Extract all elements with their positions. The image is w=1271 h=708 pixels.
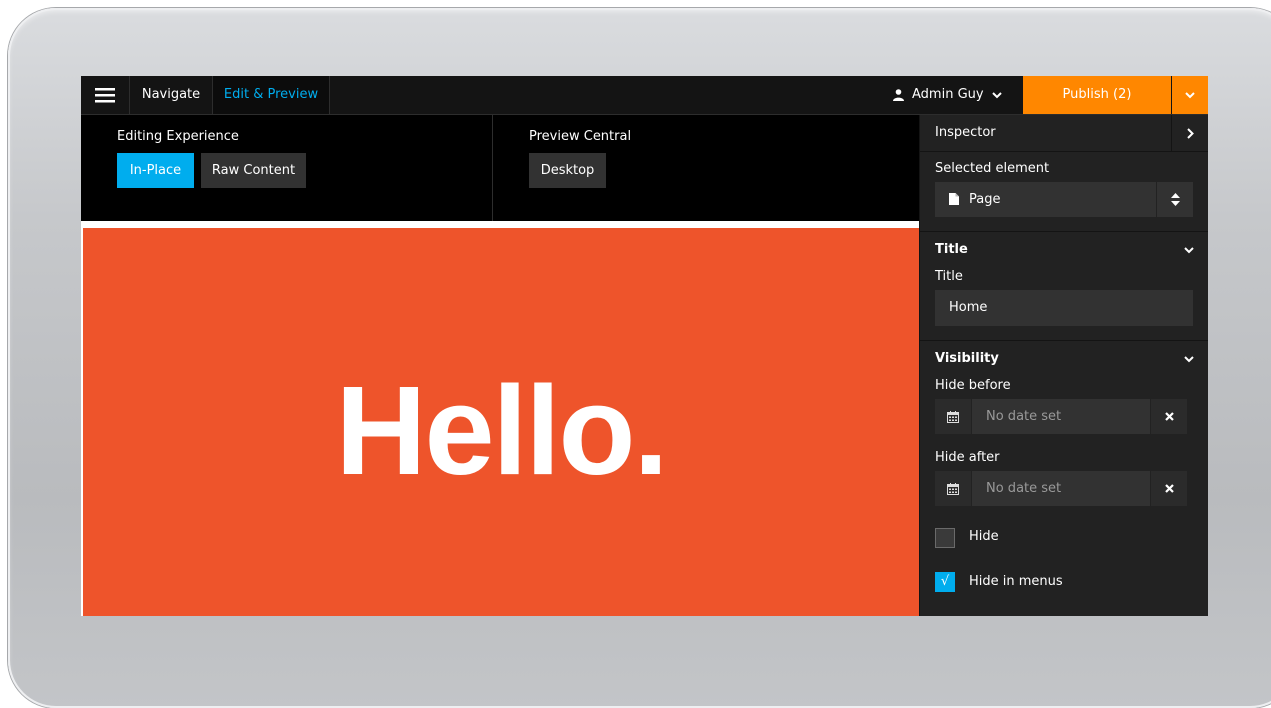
hamburger-icon — [95, 88, 115, 103]
close-icon — [1164, 484, 1174, 493]
title-input[interactable]: Home — [935, 290, 1193, 326]
user-menu[interactable]: Admin Guy — [893, 76, 1002, 114]
hide-after-label: Hide after — [935, 450, 1000, 465]
selected-element-select[interactable]: Page — [935, 182, 1193, 217]
publish-button[interactable]: Publish (2) — [1023, 76, 1171, 114]
hide-after-calendar-button[interactable] — [935, 471, 971, 506]
inspector-header: Inspector — [920, 115, 1208, 152]
menu-button[interactable] — [81, 76, 130, 114]
calendar-icon — [947, 482, 959, 495]
hide-before-label: Hide before — [935, 378, 1011, 393]
top-bar: Navigate Edit & Preview Admin Guy Publis… — [81, 76, 1208, 115]
divider — [920, 231, 1208, 232]
hide-before-calendar-button[interactable] — [935, 399, 971, 434]
inspector-panel: Inspector Selected element Page Title Ti… — [920, 115, 1208, 616]
hide-after-input[interactable]: No date set — [972, 471, 1150, 506]
chevron-down-icon[interactable] — [1184, 356, 1194, 363]
in-place-button[interactable]: In-Place — [117, 153, 194, 188]
raw-content-button[interactable]: Raw Content — [201, 153, 306, 188]
sort-icon — [1170, 193, 1180, 206]
chevron-down-icon — [1185, 91, 1195, 98]
user-name: Admin Guy — [912, 87, 984, 102]
preview-central-label: Preview Central — [529, 129, 632, 144]
document-icon — [949, 193, 959, 205]
hide-checkbox[interactable] — [935, 528, 955, 548]
inspector-collapse-button[interactable] — [1171, 115, 1208, 151]
app-window: Navigate Edit & Preview Admin Guy Publis… — [81, 76, 1208, 616]
content-canvas: Hello. — [81, 221, 919, 616]
chevron-right-icon — [1186, 127, 1194, 139]
hide-in-menus-label: Hide in menus — [969, 574, 1063, 589]
user-icon — [893, 89, 904, 101]
editing-experience-label: Editing Experience — [117, 129, 239, 144]
hide-after-field: No date set — [935, 471, 1187, 506]
select-arrows — [1156, 182, 1193, 217]
desktop-button[interactable]: Desktop — [529, 153, 606, 188]
calendar-icon — [947, 410, 959, 423]
hide-label: Hide — [969, 529, 999, 544]
selected-element-label: Selected element — [935, 161, 1050, 176]
divider — [492, 115, 493, 221]
hide-in-menus-checkbox[interactable]: √ — [935, 572, 955, 592]
selected-element-value: Page — [969, 192, 1001, 207]
tab-navigate[interactable]: Navigate — [130, 76, 213, 114]
tab-edit-preview[interactable]: Edit & Preview — [213, 76, 330, 114]
publish-menu-button[interactable] — [1172, 76, 1208, 114]
hide-before-input[interactable]: No date set — [972, 399, 1150, 434]
hero-headline[interactable]: Hello. — [83, 368, 919, 494]
close-icon — [1164, 412, 1174, 421]
visibility-section-heading[interactable]: Visibility — [935, 351, 999, 366]
hide-before-clear-button[interactable] — [1151, 399, 1187, 434]
title-field-label: Title — [935, 269, 963, 284]
edit-mode-bar: Editing Experience In-Place Raw Content … — [81, 115, 919, 221]
hide-after-clear-button[interactable] — [1151, 471, 1187, 506]
divider — [920, 340, 1208, 341]
inspector-title: Inspector — [935, 125, 996, 140]
hide-before-field: No date set — [935, 399, 1187, 434]
title-section-heading[interactable]: Title — [935, 242, 968, 257]
chevron-down-icon — [991, 91, 1002, 98]
chevron-down-icon[interactable] — [1184, 247, 1194, 254]
hero-section: Hello. — [83, 228, 919, 616]
